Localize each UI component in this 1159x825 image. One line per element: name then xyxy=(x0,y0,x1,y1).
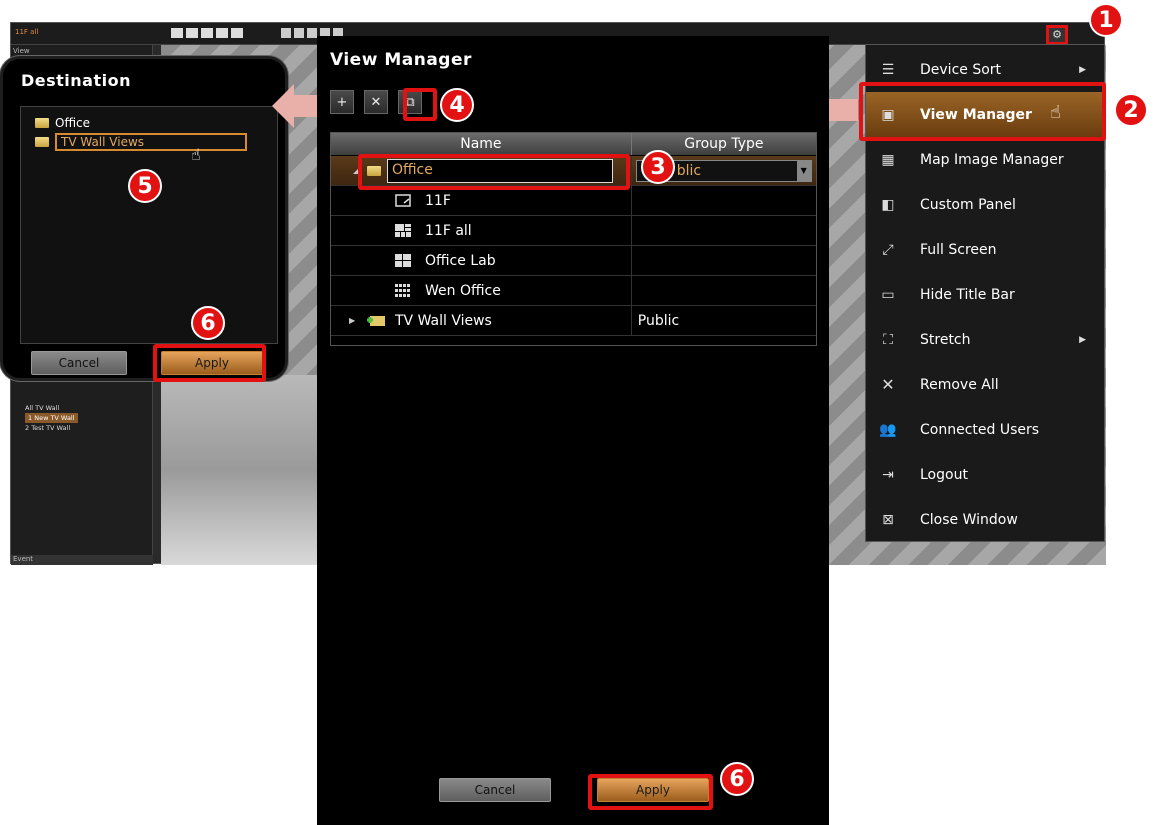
fullscreen-icon: ⤢ xyxy=(882,241,894,258)
step-badge: 5 xyxy=(128,169,162,203)
highlight-box xyxy=(358,154,630,190)
new-folder-icon[interactable]: + xyxy=(330,90,354,114)
menu-item-label: Logout xyxy=(920,466,968,483)
row-name: TV Wall Views xyxy=(395,313,492,329)
menu-item-label: Remove All xyxy=(920,376,999,393)
layout-icon[interactable] xyxy=(201,28,213,38)
menu-item-label: Stretch xyxy=(920,331,971,348)
close-window-icon: ⊠ xyxy=(882,511,894,528)
step-badge: 6 xyxy=(191,306,225,340)
multi-view-icon xyxy=(395,284,410,297)
panel-icon: ◧ xyxy=(881,196,895,213)
row-group-type: Public xyxy=(637,312,680,329)
menu-item-full-screen[interactable]: ⤢ Full Screen xyxy=(866,227,1104,272)
tool-icon[interactable] xyxy=(281,28,291,38)
menu-item-label: Close Window xyxy=(920,511,1018,528)
step-badge: 3 xyxy=(641,150,675,184)
left-arrow-icon xyxy=(272,84,322,128)
view-manager-title: View Manager xyxy=(330,50,472,70)
tool-icon[interactable] xyxy=(307,28,317,38)
highlight-box xyxy=(153,344,266,382)
menu-item-label: Hide Title Bar xyxy=(920,286,1015,303)
row-name: 11F all xyxy=(425,223,472,239)
chevron-right-icon: ▶ xyxy=(1079,334,1086,345)
stretch-icon: ⛶ xyxy=(883,331,893,348)
destination-tree: Office TV Wall Views ☝ xyxy=(20,106,278,344)
folder-icon xyxy=(35,137,49,147)
destination-dialog: Destination Office TV Wall Views ☝ Cance… xyxy=(0,56,288,381)
logout-icon: ⇥ xyxy=(882,466,894,483)
layout-icon[interactable] xyxy=(171,28,183,38)
current-view-title: 11F all xyxy=(15,28,39,36)
map-image-icon: ▦ xyxy=(881,151,895,168)
table-row[interactable]: 11F all xyxy=(331,216,816,246)
step-badge: 6 xyxy=(720,762,754,796)
step-badge: 1 xyxy=(1089,3,1123,37)
row-name: Wen Office xyxy=(425,283,501,299)
menu-item-custom-panel[interactable]: ◧ Custom Panel xyxy=(866,182,1104,227)
table-row[interactable]: 11F xyxy=(331,186,816,216)
view-manager-cancel-button[interactable]: Cancel xyxy=(439,778,551,802)
highlight-box xyxy=(859,82,1106,141)
layout-icon[interactable] xyxy=(186,28,198,38)
destination-item-label: Office xyxy=(55,116,91,130)
tv-wall-folder-icon xyxy=(367,316,385,326)
step-badge: 2 xyxy=(1114,93,1148,127)
tv-wall-item[interactable]: 1 New TV Wall xyxy=(25,413,78,423)
menu-item-label: Connected Users xyxy=(920,421,1040,438)
event-label: Event xyxy=(11,555,153,565)
expand-icon[interactable]: ▶ xyxy=(349,316,355,325)
destination-item-tv-wall-views[interactable]: TV Wall Views xyxy=(35,133,247,151)
row-name: Office Lab xyxy=(425,253,496,269)
sort-icon: ☰ xyxy=(881,61,895,78)
titlebar-icon: ▭ xyxy=(881,286,895,303)
destination-item-label: TV Wall Views xyxy=(55,133,247,151)
tv-wall-root[interactable]: All TV Wall xyxy=(25,403,78,413)
group-type-value: blic xyxy=(676,163,702,179)
column-name[interactable]: Name xyxy=(331,133,632,155)
users-icon: 👥 xyxy=(879,421,897,438)
grid-view-icon xyxy=(395,224,411,237)
menu-item-remove-all[interactable]: ✕ Remove All xyxy=(866,362,1104,407)
hand-cursor-icon: ☝ xyxy=(191,145,201,164)
row-name: 11F xyxy=(425,193,451,209)
menu-item-map-image-manager[interactable]: ▦ Map Image Manager xyxy=(866,137,1104,182)
table-row[interactable]: Office Lab xyxy=(331,246,816,276)
highlight-box xyxy=(403,88,437,121)
tv-wall-tree: All TV Wall 1 New TV Wall 2 Test TV Wall xyxy=(25,403,78,433)
menu-item-label: Map Image Manager xyxy=(920,151,1064,168)
tv-wall-item[interactable]: 2 Test TV Wall xyxy=(25,423,78,433)
step-badge: 4 xyxy=(440,88,474,122)
tool-icon[interactable] xyxy=(294,28,304,38)
menu-item-label: Device Sort xyxy=(920,61,1002,78)
view-label: View xyxy=(13,47,30,55)
menu-item-stretch[interactable]: ⛶ Stretch ▶ xyxy=(866,317,1104,362)
chevron-right-icon: ▶ xyxy=(1079,64,1086,75)
destination-cancel-button[interactable]: Cancel xyxy=(31,351,127,375)
folder-icon xyxy=(35,118,49,128)
layout-icon[interactable] xyxy=(216,28,228,38)
remove-icon: ✕ xyxy=(881,375,895,394)
table-header: Name Group Type xyxy=(331,133,816,155)
camera-video-tile xyxy=(161,375,321,565)
menu-item-label: Custom Panel xyxy=(920,196,1016,213)
table-row[interactable]: ▶ TV Wall Views Public xyxy=(331,306,816,336)
single-view-icon xyxy=(395,194,411,207)
menu-item-label: Full Screen xyxy=(920,241,997,258)
destination-title: Destination xyxy=(21,71,131,90)
highlight-box xyxy=(588,774,713,810)
chevron-down-icon[interactable]: ▼ xyxy=(796,161,811,181)
menu-item-connected-users[interactable]: 👥 Connected Users xyxy=(866,407,1104,452)
table-row[interactable]: Wen Office xyxy=(331,276,816,306)
layout-icons[interactable] xyxy=(171,28,243,38)
gear-icon[interactable]: ⚙ xyxy=(1046,25,1068,45)
layout-icon[interactable] xyxy=(231,28,243,38)
menu-item-close-window[interactable]: ⊠ Close Window xyxy=(866,497,1104,542)
menu-item-hide-title-bar[interactable]: ▭ Hide Title Bar xyxy=(866,272,1104,317)
menu-item-logout[interactable]: ⇥ Logout xyxy=(866,452,1104,497)
destination-item-office[interactable]: Office xyxy=(35,115,90,131)
quad-view-icon xyxy=(395,254,411,267)
delete-icon[interactable]: ✕ xyxy=(364,90,388,114)
